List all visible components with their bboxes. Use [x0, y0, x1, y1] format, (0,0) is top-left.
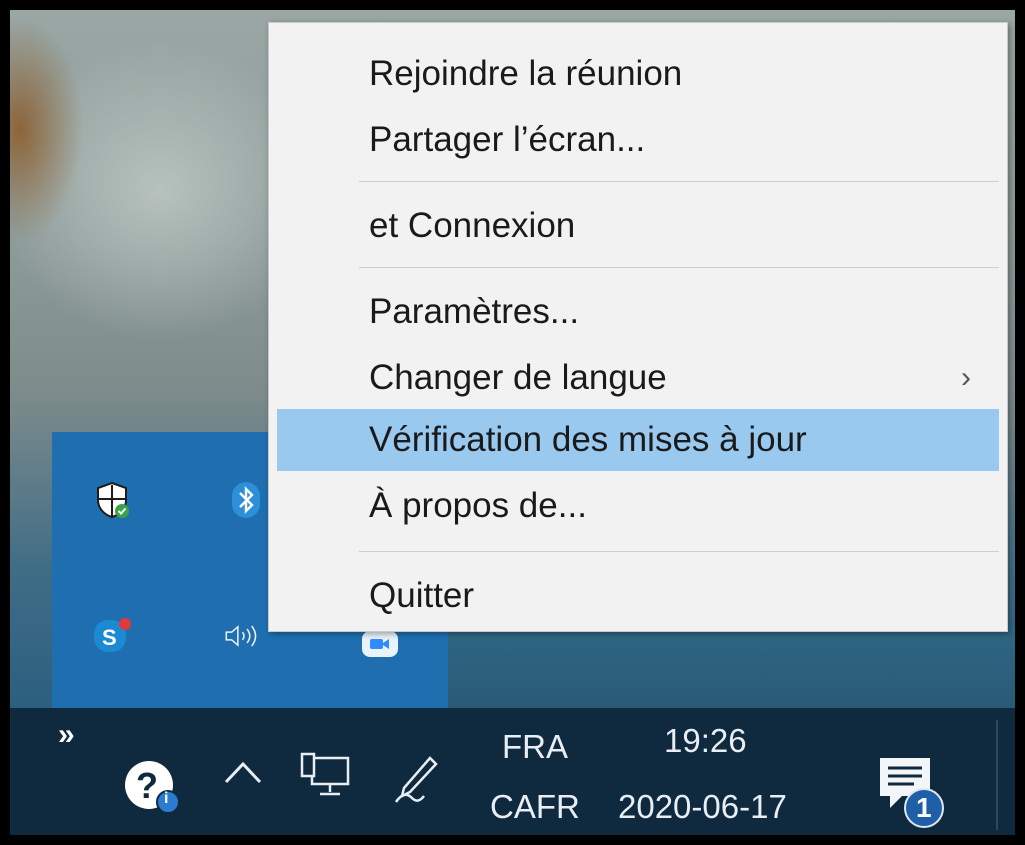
menu-item-settings[interactable]: Paramètres...	[277, 281, 999, 343]
pen-workspace-icon[interactable]	[390, 752, 446, 812]
chevron-right-icon: ›	[961, 361, 971, 394]
menu-item-about[interactable]: À propos de...	[277, 475, 999, 537]
input-language-primary[interactable]: FRA	[502, 728, 568, 766]
notification-count-badge: 1	[916, 792, 932, 823]
menu-item-connection[interactable]: et Connexion	[277, 195, 999, 257]
taskbar-divider	[996, 720, 998, 830]
menu-item-join-meeting[interactable]: Rejoindre la réunion	[277, 43, 999, 105]
bluetooth-icon[interactable]	[226, 480, 266, 520]
help-badge-label: i	[164, 790, 169, 807]
menu-item-label: et Connexion	[369, 206, 576, 245]
menu-separator	[359, 551, 999, 552]
windows-security-icon[interactable]	[92, 480, 132, 520]
input-language-secondary[interactable]: CAFR	[490, 788, 580, 826]
menu-separator	[359, 181, 999, 182]
show-hidden-icons-button[interactable]	[220, 752, 270, 812]
menu-item-label: Changer de langue	[369, 358, 667, 397]
menu-item-check-updates[interactable]: Vérification des mises à jour	[277, 409, 999, 471]
menu-item-share-screen[interactable]: Partager l’écran...	[277, 109, 999, 171]
taskbar-overflow-chevron[interactable]: »	[58, 718, 75, 752]
zoom-tray-context-menu: Rejoindre la réunion Partager l’écran...…	[268, 22, 1008, 632]
network-icon[interactable]	[298, 752, 358, 812]
taskbar: » ? i FRA CAFR 19:26 2020-06-17 1	[10, 708, 1015, 835]
menu-item-quit[interactable]: Quitter	[277, 565, 999, 627]
clock-time[interactable]: 19:26	[664, 722, 747, 760]
menu-item-label: À propos de...	[369, 486, 587, 525]
skype-icon[interactable]: S	[92, 616, 132, 656]
menu-item-label: Paramètres...	[369, 292, 580, 331]
menu-item-label: Vérification des mises à jour	[369, 420, 807, 459]
svg-text:S: S	[102, 625, 117, 650]
clock-date[interactable]: 2020-06-17	[618, 788, 787, 826]
svg-text:?: ?	[136, 765, 158, 806]
volume-icon[interactable]	[224, 616, 264, 656]
menu-separator	[359, 267, 999, 268]
help-icon[interactable]: ? i	[122, 756, 184, 818]
menu-item-label: Quitter	[369, 576, 475, 615]
notification-center-icon[interactable]: 1	[872, 752, 952, 832]
screenshot-frame: S Rejoindre la réunion Partager l’écran.…	[8, 8, 1017, 837]
menu-item-label: Partager l’écran...	[369, 120, 646, 159]
menu-item-label: Rejoindre la réunion	[369, 54, 683, 93]
menu-item-change-language[interactable]: Changer de langue ›	[277, 347, 999, 409]
wallpaper-water	[440, 620, 1015, 710]
